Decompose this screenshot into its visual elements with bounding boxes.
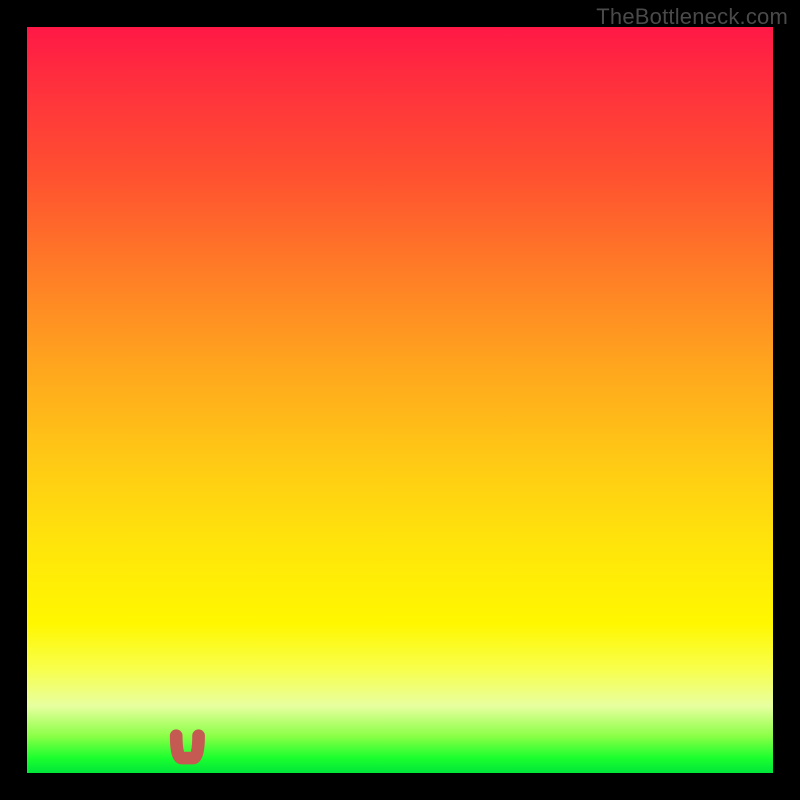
plot-area bbox=[27, 27, 773, 773]
dip-notch bbox=[176, 736, 198, 758]
curve-left-branch bbox=[79, 27, 176, 736]
bottleneck-curve bbox=[27, 27, 773, 773]
outer-black-frame: TheBottleneck.com bbox=[0, 0, 800, 800]
curve-right-branch bbox=[199, 124, 773, 736]
